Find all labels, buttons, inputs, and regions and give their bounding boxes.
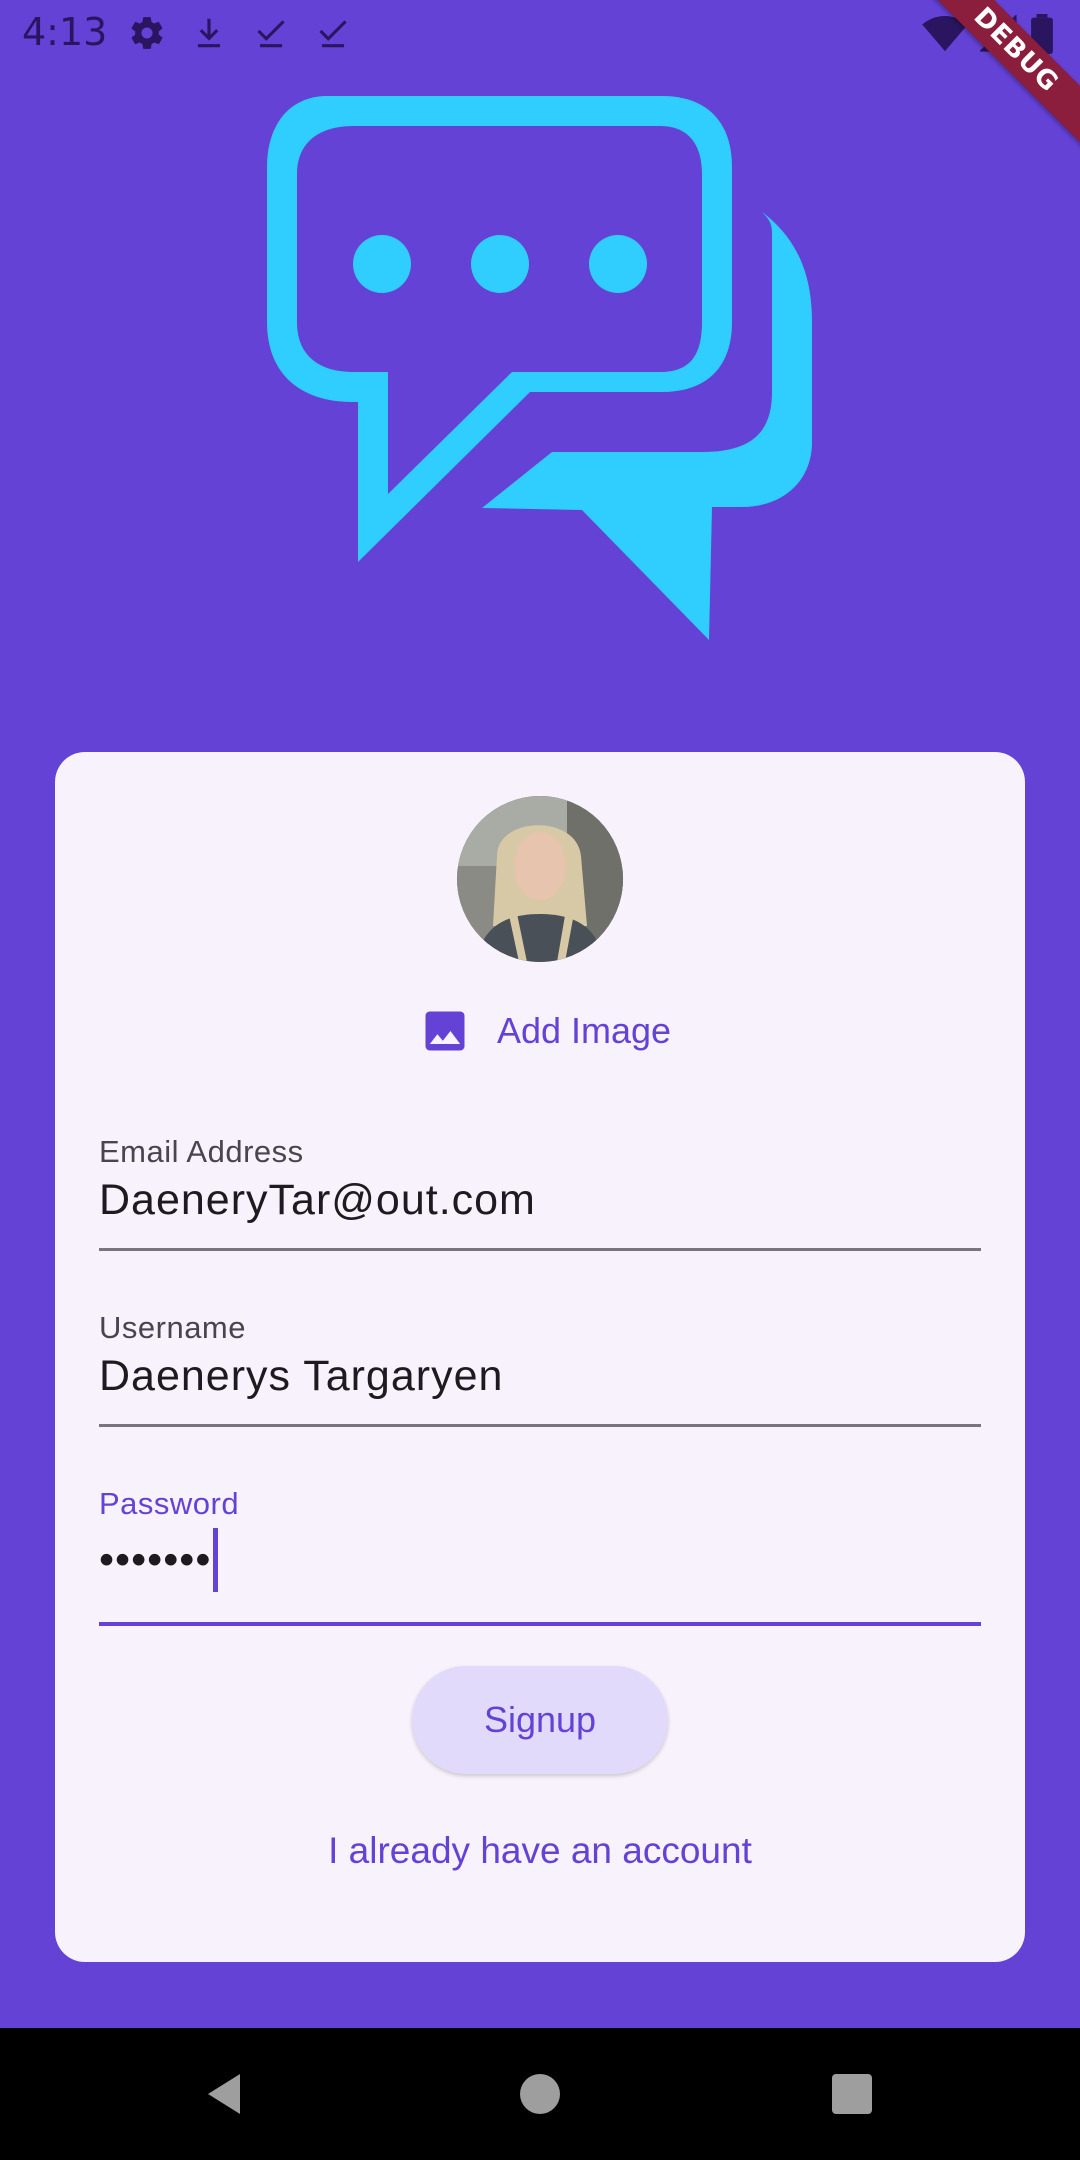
text-cursor xyxy=(213,1528,219,1592)
avatar-photo xyxy=(457,796,623,962)
add-image-label: Add Image xyxy=(496,1010,672,1051)
signup-card: Add Image Email Address DaeneryTar@out.c… xyxy=(55,752,1025,1962)
navigation-bar xyxy=(0,2028,1080,2160)
recents-icon[interactable] xyxy=(828,2070,876,2118)
signup-button[interactable]: Signup xyxy=(412,1666,668,1774)
password-underline xyxy=(99,1622,981,1626)
username-field[interactable]: Username Daenerys Targaryen xyxy=(99,1310,981,1427)
password-field[interactable]: Password ••••••• xyxy=(99,1486,981,1626)
password-input[interactable]: ••••••• xyxy=(99,1528,219,1592)
signal-icon xyxy=(980,15,1017,52)
system-icons xyxy=(922,14,1054,54)
password-value: ••••••• xyxy=(99,1535,212,1584)
login-link[interactable]: I already have an account xyxy=(55,1830,1025,1872)
battery-icon xyxy=(1031,14,1053,54)
add-image-button[interactable]: Add Image xyxy=(395,996,695,1066)
wifi-icon xyxy=(922,15,968,52)
email-label: Email Address xyxy=(99,1134,304,1169)
check-download-icon xyxy=(319,20,347,48)
username-label: Username xyxy=(99,1310,246,1345)
status-bar: 4:13 xyxy=(0,0,1080,66)
password-label: Password xyxy=(99,1486,240,1521)
email-field[interactable]: Email Address DaeneryTar@out.com xyxy=(99,1134,981,1251)
settings-icon xyxy=(131,17,163,49)
back-icon[interactable] xyxy=(202,2070,250,2118)
image-icon xyxy=(425,1011,465,1051)
notification-icons xyxy=(128,14,352,52)
check-download-icon xyxy=(257,20,285,48)
download-icon xyxy=(197,18,221,48)
email-underline xyxy=(99,1248,981,1251)
home-icon[interactable] xyxy=(516,2070,564,2118)
chat-bubbles-logo xyxy=(267,96,812,640)
email-value[interactable]: DaeneryTar@out.com xyxy=(99,1176,536,1225)
signup-screen: 4:13 DEBUG Add Image Email Address Daene… xyxy=(0,0,1080,2160)
username-value[interactable]: Daenerys Targaryen xyxy=(99,1352,503,1401)
status-time: 4:13 xyxy=(22,10,108,54)
username-underline xyxy=(99,1424,981,1427)
avatar[interactable] xyxy=(457,796,623,962)
